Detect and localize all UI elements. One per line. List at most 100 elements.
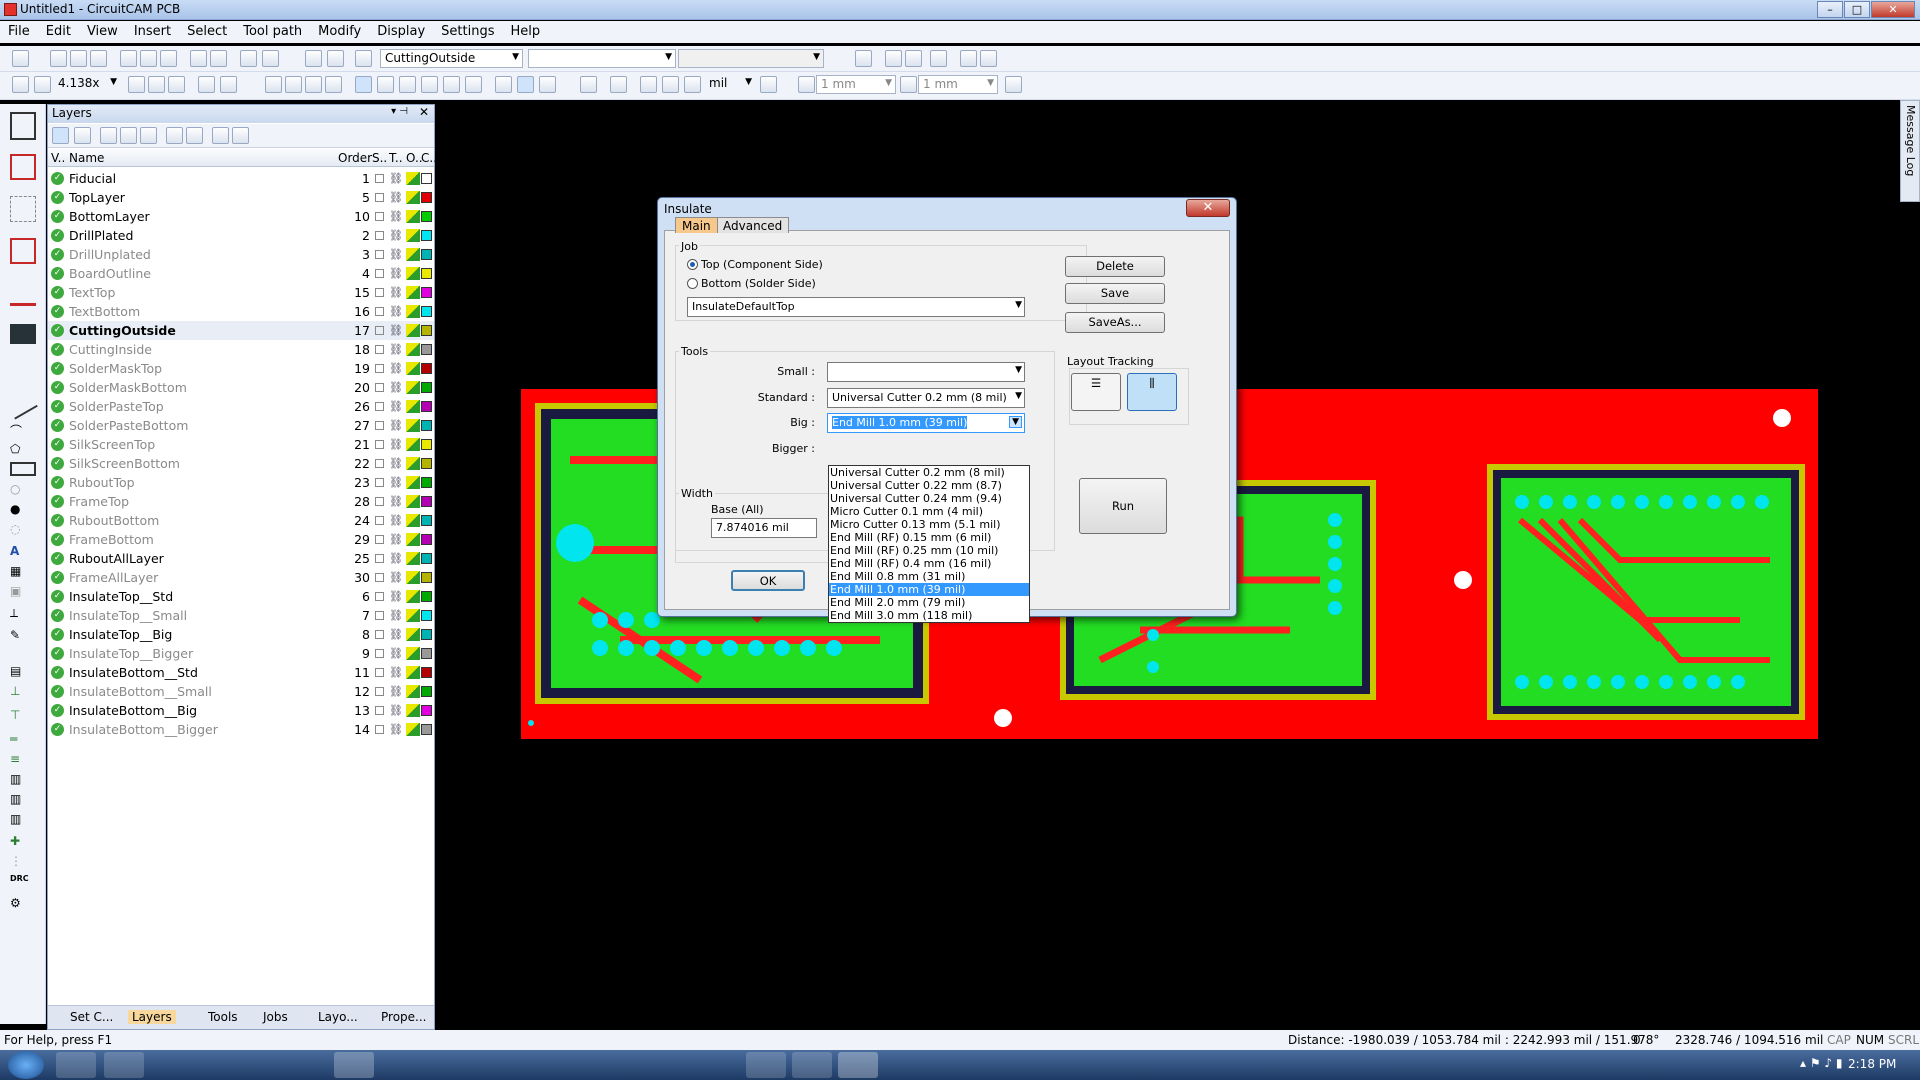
tool-link-icon[interactable]: ⛓ xyxy=(389,248,403,261)
dropdown-option[interactable]: End Mill 2.0 mm (79 mil) xyxy=(829,596,1029,609)
selectable-box[interactable] xyxy=(375,592,384,601)
layer-row[interactable]: ✓ BoardOutline 4 ⛓ xyxy=(48,264,434,283)
layer-row[interactable]: ✓ InsulateBottom__Big 13 ⛓ xyxy=(48,701,434,720)
clock[interactable]: 2:18 PM xyxy=(1848,1057,1896,1071)
cross-icon[interactable]: ✚ xyxy=(10,834,36,848)
layer-color-swatch[interactable] xyxy=(421,325,432,336)
unit-combo[interactable]: mil ▼ xyxy=(705,75,755,94)
output-icon[interactable] xyxy=(406,704,420,717)
machine-icon[interactable] xyxy=(10,324,36,344)
import-file-icon[interactable] xyxy=(10,112,36,140)
visible-check-icon[interactable]: ✓ xyxy=(51,514,64,527)
tool-link-icon[interactable]: ⛓ xyxy=(389,229,403,242)
snap-options-icon[interactable] xyxy=(1005,76,1022,93)
layer-split-icon[interactable] xyxy=(232,127,249,144)
layer-sort-icon[interactable] xyxy=(140,127,157,144)
distribute-icon[interactable]: ≡ xyxy=(10,752,36,766)
tab-icon[interactable]: ▤ xyxy=(10,664,36,680)
rotate-left-icon[interactable] xyxy=(885,50,902,67)
select-icon[interactable] xyxy=(265,76,282,93)
visible-check-icon[interactable]: ✓ xyxy=(51,495,64,508)
select-pointer-icon[interactable] xyxy=(355,76,372,93)
tool-link-icon[interactable]: ⛓ xyxy=(389,172,403,185)
app-taskbar-icon[interactable] xyxy=(470,1052,510,1078)
selectable-box[interactable] xyxy=(375,649,384,658)
layer-color-swatch[interactable] xyxy=(421,401,432,412)
pin-icon[interactable]: ▾ ⊣ xyxy=(391,106,408,117)
tab-properties[interactable]: Prope... xyxy=(381,1010,426,1024)
measure-tool-icon[interactable]: ⟂ xyxy=(10,606,36,622)
layer-row[interactable]: ✓ SilkScreenBottom 22 ⛓ xyxy=(48,454,434,473)
layer-view-icon[interactable] xyxy=(52,127,69,144)
layer-color-swatch[interactable] xyxy=(421,515,432,526)
measure-icon[interactable] xyxy=(580,76,597,93)
visible-check-icon[interactable]: ✓ xyxy=(51,172,64,185)
dropdown-option[interactable]: End Mill (RF) 0.4 mm (16 mil) xyxy=(829,557,1029,570)
grid-lock-icon[interactable] xyxy=(900,76,917,93)
zoom-window-icon[interactable] xyxy=(148,76,165,93)
selectable-box[interactable] xyxy=(375,212,384,221)
group-icon[interactable]: ▥ xyxy=(10,812,36,826)
grid-dots-icon[interactable] xyxy=(798,76,815,93)
move-up-icon[interactable] xyxy=(166,127,183,144)
origin-icon[interactable] xyxy=(640,76,657,93)
snap-grid-icon[interactable] xyxy=(517,76,534,93)
tab-advanced[interactable]: Advanced xyxy=(716,217,790,233)
contour-routing-icon[interactable] xyxy=(10,238,36,264)
job-template-select[interactable]: InsulateDefaultTop ▼ xyxy=(687,297,1025,317)
layer-color-swatch[interactable] xyxy=(421,572,432,583)
draw-circle-icon[interactable]: ○ xyxy=(10,482,36,496)
layer-color-swatch[interactable] xyxy=(421,287,432,298)
visible-check-icon[interactable]: ✓ xyxy=(51,381,64,394)
dialog-close-button[interactable]: ✕ xyxy=(1186,199,1230,217)
output-icon[interactable] xyxy=(406,552,420,565)
output-icon[interactable] xyxy=(406,172,420,185)
tool-link-icon[interactable]: ⛓ xyxy=(389,704,403,717)
tool-link-icon[interactable]: ⛓ xyxy=(389,305,403,318)
print-preview-icon[interactable] xyxy=(210,50,227,67)
layer-color-swatch[interactable] xyxy=(421,629,432,640)
output-icon[interactable] xyxy=(406,286,420,299)
redraw-icon[interactable] xyxy=(220,76,237,93)
selectable-box[interactable] xyxy=(375,345,384,354)
selectable-box[interactable] xyxy=(375,326,384,335)
tab-layers[interactable]: Layers xyxy=(128,1010,176,1024)
selectable-box[interactable] xyxy=(375,516,384,525)
visible-check-icon[interactable]: ✓ xyxy=(51,609,64,622)
layer-row[interactable]: ✓ InsulateTop__Small 7 ⛓ xyxy=(48,606,434,625)
dropdown-option[interactable]: End Mill (RF) 0.25 mm (10 mil) xyxy=(829,544,1029,557)
layer-color-swatch[interactable] xyxy=(421,477,432,488)
export-icon[interactable] xyxy=(10,282,36,306)
layer-color-swatch[interactable] xyxy=(421,382,432,393)
precision-icon[interactable] xyxy=(760,76,777,93)
dropdown-option[interactable]: Micro Cutter 0.1 mm (4 mil) xyxy=(829,505,1029,518)
output-icon[interactable] xyxy=(406,362,420,375)
layer-row[interactable]: ✓ SilkScreenTop 21 ⛓ xyxy=(48,435,434,454)
layer-row[interactable]: ✓ FrameTop 28 ⛓ xyxy=(48,492,434,511)
visible-check-icon[interactable]: ✓ xyxy=(51,229,64,242)
cut-line-icon[interactable]: ⋮ xyxy=(10,854,36,868)
filter-combo[interactable]: ▼ xyxy=(528,49,676,68)
selectable-box[interactable] xyxy=(375,288,384,297)
selectable-box[interactable] xyxy=(375,421,384,430)
zoom-fit-icon[interactable] xyxy=(12,76,29,93)
menu-help[interactable]: Help xyxy=(503,21,549,39)
selectable-box[interactable] xyxy=(375,535,384,544)
visible-check-icon[interactable]: ✓ xyxy=(51,248,64,261)
visible-check-icon[interactable]: ✓ xyxy=(51,267,64,280)
output-icon[interactable] xyxy=(406,647,420,660)
visible-check-icon[interactable]: ✓ xyxy=(51,400,64,413)
spacing-icon[interactable]: ═ xyxy=(10,732,36,746)
cut-icon[interactable] xyxy=(120,50,137,67)
radio-top-side[interactable]: Top (Component Side) xyxy=(687,258,823,271)
layer-color-swatch[interactable] xyxy=(421,268,432,279)
small-tool-select[interactable]: ▼ xyxy=(827,362,1025,382)
dropdown-option[interactable]: Universal Cutter 0.24 mm (9.4) xyxy=(829,492,1029,505)
ok-button[interactable]: OK xyxy=(731,570,805,591)
col-visible[interactable]: V.. xyxy=(51,151,65,165)
layer-row[interactable]: ✓ CuttingInside 18 ⛓ xyxy=(48,340,434,359)
app-taskbar-icon[interactable] xyxy=(290,1052,330,1078)
standard-tool-select[interactable]: Universal Cutter 0.2 mm (8 mil) ▼ xyxy=(827,388,1025,408)
tool-link-icon[interactable]: ⛓ xyxy=(389,438,403,451)
output-icon[interactable] xyxy=(406,590,420,603)
